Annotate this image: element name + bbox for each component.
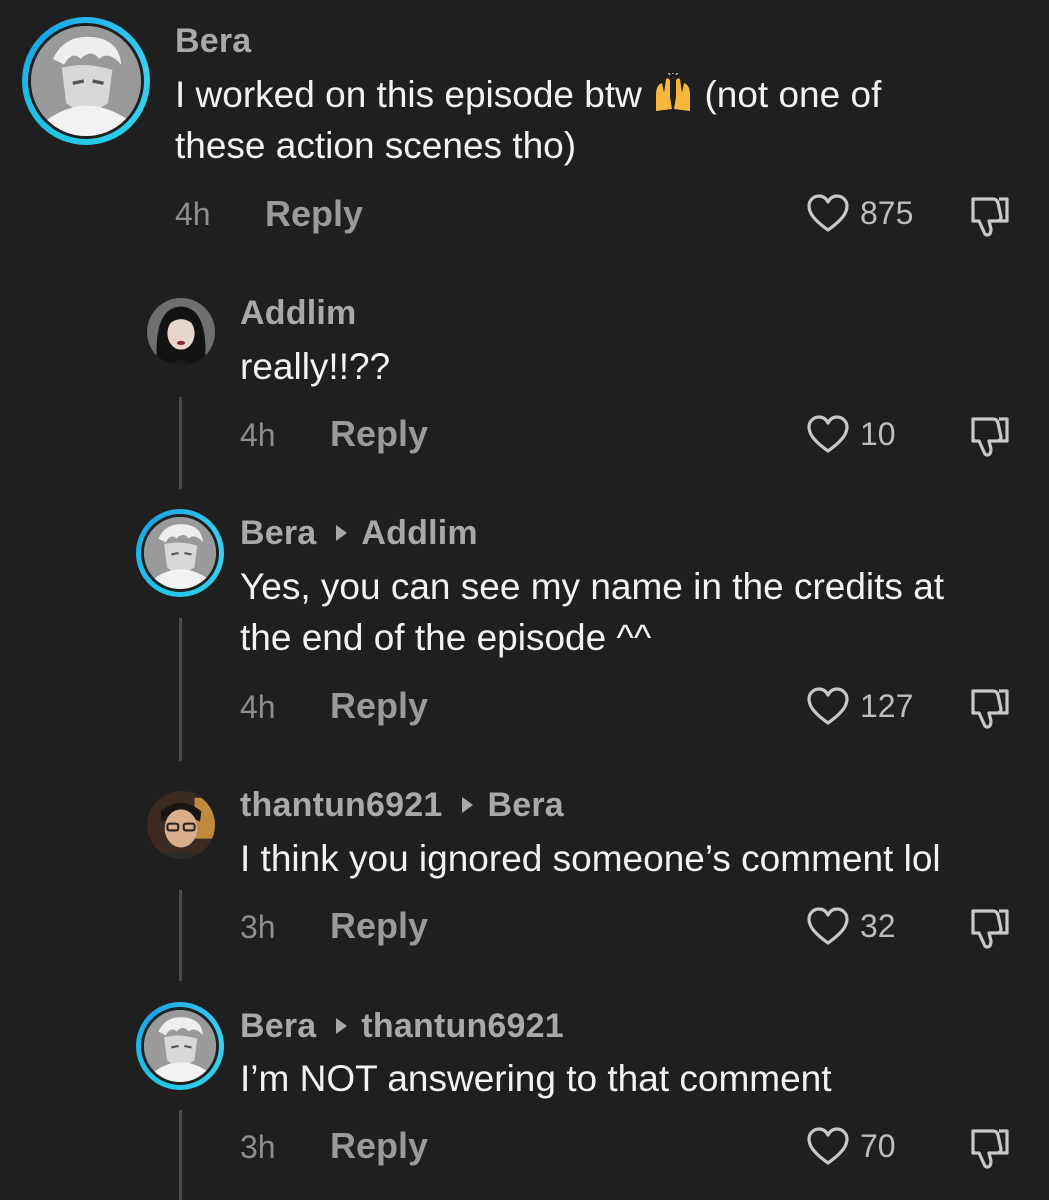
avatar-bera[interactable] bbox=[136, 509, 224, 597]
avatar-anime-image bbox=[31, 26, 141, 136]
reply-to-name[interactable]: thantun6921 bbox=[361, 1007, 563, 1045]
reply-arrow-icon bbox=[462, 797, 474, 814]
reply-to-name[interactable]: Addlim bbox=[361, 514, 477, 552]
raising-hands-emoji-icon bbox=[652, 71, 694, 113]
reply-arrow-icon bbox=[336, 1018, 348, 1035]
username: Bera Addlim bbox=[240, 514, 478, 553]
heart-icon bbox=[807, 907, 849, 945]
avatar-thantun[interactable] bbox=[147, 791, 215, 859]
comment-text: really!!?? bbox=[240, 346, 391, 387]
comment-text: I worked on this episode btw (not one of… bbox=[175, 69, 995, 171]
avatar-photo-image bbox=[147, 298, 215, 366]
comment-text: Yes, you can see my name in the credits … bbox=[240, 561, 1030, 663]
comment-text-line1: Yes, you can see my name in the credits … bbox=[240, 566, 945, 607]
thread-line bbox=[179, 618, 182, 761]
author-name[interactable]: thantun6921 bbox=[240, 786, 442, 824]
dislike-icon[interactable] bbox=[963, 191, 1011, 239]
heart-icon bbox=[807, 194, 849, 232]
like-button[interactable]: 70 bbox=[806, 1126, 896, 1166]
reply-arrow-icon bbox=[336, 525, 348, 542]
thread-line bbox=[179, 1110, 182, 1200]
avatar-addlim[interactable] bbox=[147, 298, 215, 366]
dislike-icon[interactable] bbox=[963, 411, 1011, 459]
reply-to-name[interactable]: Bera bbox=[487, 786, 563, 824]
heart-icon bbox=[807, 1127, 849, 1165]
comment-text: I’m NOT answering to that comment bbox=[240, 1058, 832, 1099]
like-count: 127 bbox=[860, 687, 914, 724]
reply-button[interactable]: Reply bbox=[330, 905, 428, 947]
thread-line bbox=[179, 397, 182, 489]
reply-button[interactable]: Reply bbox=[265, 193, 363, 235]
comment-text-line2: the end of the episode ^^ bbox=[240, 617, 652, 658]
timestamp: 3h bbox=[240, 1129, 276, 1165]
username[interactable]: Bera bbox=[175, 22, 251, 61]
dislike-icon[interactable] bbox=[963, 903, 1011, 951]
author-name[interactable]: Bera bbox=[240, 1007, 316, 1045]
like-button[interactable]: 875 bbox=[806, 193, 913, 233]
reply-button[interactable]: Reply bbox=[330, 1125, 428, 1167]
heart-icon bbox=[807, 687, 849, 725]
timestamp: 3h bbox=[240, 909, 276, 945]
like-count: 10 bbox=[860, 415, 896, 452]
username: Bera thantun6921 bbox=[240, 1007, 564, 1046]
avatar-anime-image bbox=[144, 517, 216, 589]
timestamp: 4h bbox=[175, 196, 211, 232]
thread-line bbox=[179, 890, 182, 981]
avatar-bera[interactable] bbox=[136, 1002, 224, 1090]
dislike-icon[interactable] bbox=[963, 683, 1011, 731]
author-name[interactable]: Bera bbox=[240, 514, 316, 552]
like-button[interactable]: 10 bbox=[806, 414, 896, 454]
comment-text-line1b: (not one of bbox=[704, 74, 882, 115]
like-button[interactable]: 32 bbox=[806, 906, 896, 946]
like-count: 70 bbox=[860, 1127, 896, 1164]
like-count: 875 bbox=[860, 194, 914, 231]
reply-button[interactable]: Reply bbox=[330, 413, 428, 455]
dislike-icon[interactable] bbox=[963, 1123, 1011, 1171]
timestamp: 4h bbox=[240, 689, 276, 725]
reply-button[interactable]: Reply bbox=[330, 685, 428, 727]
like-count: 32 bbox=[860, 907, 896, 944]
like-button[interactable]: 127 bbox=[806, 686, 913, 726]
avatar-photo-image bbox=[147, 791, 215, 859]
timestamp: 4h bbox=[240, 417, 276, 453]
comment-text: I think you ignored someone’s comment lo… bbox=[240, 838, 941, 879]
comment-text-line1: I worked on this episode btw bbox=[175, 74, 642, 115]
avatar-anime-image bbox=[144, 1010, 216, 1082]
username: thantun6921 Bera bbox=[240, 786, 564, 825]
username[interactable]: Addlim bbox=[240, 294, 356, 333]
comment-text-line2: these action scenes tho) bbox=[175, 125, 577, 166]
avatar-bera[interactable] bbox=[22, 17, 150, 145]
heart-icon bbox=[807, 415, 849, 453]
